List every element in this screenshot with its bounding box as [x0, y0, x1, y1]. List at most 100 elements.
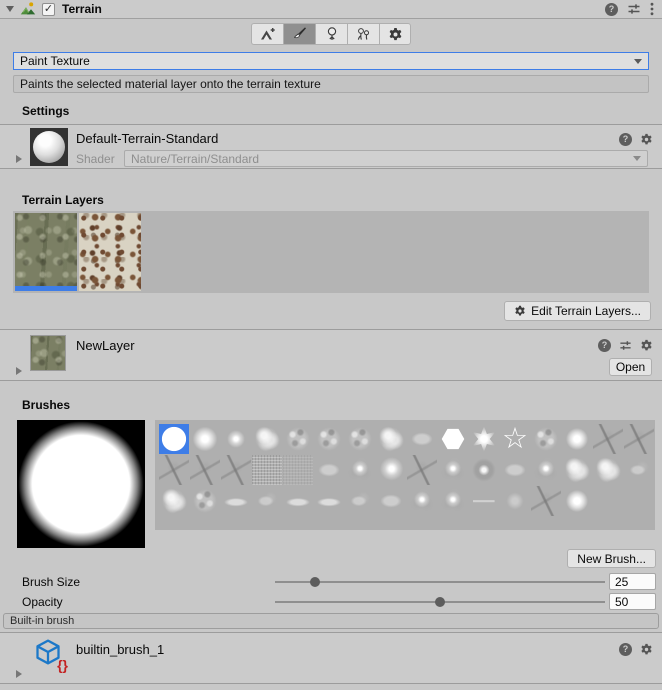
brush-6-noise2[interactable]: [345, 424, 375, 454]
brush-9-hexagon[interactable]: [438, 424, 468, 454]
brush-10-star6[interactable]: [469, 424, 499, 454]
opacity-slider[interactable]: [275, 601, 605, 603]
gear-icon[interactable]: [640, 643, 653, 656]
tool-help-text: Paints the selected material layer onto …: [20, 77, 321, 91]
open-button[interactable]: Open: [609, 358, 652, 376]
brush-grid: [155, 420, 655, 530]
brush-30-blob2[interactable]: [593, 455, 623, 485]
brush-20-noise-faint[interactable]: [283, 455, 313, 485]
brush-18-branch[interactable]: [221, 455, 251, 485]
edit-terrain-layers-label: Edit Terrain Layers...: [531, 304, 641, 318]
brush-27-smudge[interactable]: [500, 455, 530, 485]
chevron-down-icon: [633, 156, 641, 161]
brush-35-wedge2[interactable]: [252, 486, 282, 516]
new-layer-name: NewLayer: [76, 338, 135, 353]
gear-icon[interactable]: [640, 339, 653, 352]
grass-texture-thumbnail: [15, 213, 77, 286]
braces-glyph: {}: [57, 657, 68, 673]
brush-40-splat-star2[interactable]: [407, 486, 437, 516]
help-icon[interactable]: ?: [598, 339, 611, 352]
brush-17-tree[interactable]: [190, 455, 220, 485]
brush-size-value-field[interactable]: 25: [609, 573, 656, 590]
kebab-menu-icon[interactable]: [650, 2, 654, 16]
terrain-layer-tile-gravel[interactable]: [79, 213, 141, 291]
new-brush-button-label: New Brush...: [577, 552, 646, 566]
new-brush-button[interactable]: New Brush...: [567, 549, 656, 568]
material-preview: [30, 128, 68, 166]
brush-39-smudge2[interactable]: [376, 486, 406, 516]
brush-0-solid-circle[interactable]: [159, 424, 189, 454]
gear-icon[interactable]: [640, 133, 653, 146]
brush-15-twig2[interactable]: [624, 424, 654, 454]
brush-2-dot[interactable]: [221, 424, 251, 454]
brush-38-diag[interactable]: [345, 486, 375, 516]
brush-44-scratch[interactable]: [531, 486, 561, 516]
foldout-expanded-icon[interactable]: [6, 6, 14, 12]
brush-7-blobs[interactable]: [376, 424, 406, 454]
brush-43-faint-dot[interactable]: [500, 486, 530, 516]
builtin-brush-name: builtin_brush_1: [76, 642, 164, 657]
tool-paint-details[interactable]: [347, 23, 379, 45]
terrain-layers-palette: [13, 211, 649, 293]
brush-21-leaf[interactable]: [314, 455, 344, 485]
presets-icon[interactable]: [627, 2, 641, 16]
brush-3-cloud[interactable]: [252, 424, 282, 454]
brush-11-star-outline[interactable]: [500, 424, 530, 454]
tool-terrain-settings[interactable]: [379, 23, 411, 45]
terrain-inspector: ✓ Terrain ?: [0, 0, 662, 690]
opacity-value-field[interactable]: 50: [609, 593, 656, 610]
brush-24-sprig[interactable]: [407, 455, 437, 485]
brush-size-row: Brush Size 25: [0, 573, 662, 590]
paint-tool-dropdown[interactable]: Paint Texture: [13, 52, 649, 70]
brush-14-twig[interactable]: [593, 424, 623, 454]
brush-19-noise-square[interactable]: [252, 455, 282, 485]
material-sphere-icon: [33, 131, 65, 163]
tool-paint-trees[interactable]: [315, 23, 347, 45]
tool-paint-terrain[interactable]: [283, 23, 315, 45]
edit-terrain-layers-button[interactable]: Edit Terrain Layers...: [504, 301, 651, 321]
brush-size-label: Brush Size: [22, 575, 80, 589]
brush-42-hline[interactable]: [469, 486, 499, 516]
help-icon[interactable]: ?: [619, 133, 632, 146]
brush-12-fuzz[interactable]: [531, 424, 561, 454]
brush-4-noise[interactable]: [283, 424, 313, 454]
settings-section-label: Settings: [22, 104, 69, 118]
brush-33-fuzz2[interactable]: [190, 486, 220, 516]
brush-34-swoosh[interactable]: [221, 486, 251, 516]
terrain-layer-tile-grass[interactable]: [15, 213, 77, 291]
opacity-row: Opacity 50: [0, 593, 662, 610]
brush-size-slider[interactable]: [275, 581, 605, 583]
brush-36-squiggle[interactable]: [283, 486, 313, 516]
component-enabled-checkbox[interactable]: ✓: [42, 3, 55, 16]
tool-help-box: Paints the selected material layer onto …: [13, 75, 649, 93]
brush-22-splat[interactable]: [345, 455, 375, 485]
brush-1-glow[interactable]: [190, 424, 220, 454]
brush-37-swoosh2[interactable]: [314, 486, 344, 516]
brush-size-slider-thumb[interactable]: [310, 577, 320, 587]
builtin-brush-foldout-icon[interactable]: [16, 670, 22, 678]
tool-create-neighbor-terrains[interactable]: [251, 23, 283, 45]
help-icon[interactable]: ?: [619, 643, 632, 656]
builtin-brush-editor-header: {} builtin_brush_1 ?: [0, 632, 662, 684]
terrain-component-icon: [20, 1, 36, 17]
brush-32-blob3[interactable]: [159, 486, 189, 516]
opacity-slider-thumb[interactable]: [435, 597, 445, 607]
gear-icon: [514, 305, 526, 317]
brush-28-splat-small[interactable]: [531, 455, 561, 485]
brush-16-lightning[interactable]: [159, 455, 189, 485]
help-icon[interactable]: ?: [605, 3, 618, 16]
brush-41-splat-tail[interactable]: [438, 486, 468, 516]
brush-23-blob-bright[interactable]: [376, 455, 406, 485]
brush-13-soft-dot[interactable]: [562, 424, 592, 454]
brush-25-splat-star[interactable]: [438, 455, 468, 485]
shader-dropdown-value: Nature/Terrain/Standard: [131, 152, 259, 166]
new-layer-foldout-icon[interactable]: [16, 367, 22, 375]
brush-5-mottle[interactable]: [314, 424, 344, 454]
presets-icon[interactable]: [619, 339, 632, 352]
brush-31-wedge[interactable]: [624, 455, 654, 485]
brush-26-blob-ring[interactable]: [469, 455, 499, 485]
material-foldout-icon[interactable]: [16, 155, 22, 163]
brush-8-streaks[interactable]: [407, 424, 437, 454]
brush-29-blob[interactable]: [562, 455, 592, 485]
brush-45-soft-dot2[interactable]: [562, 486, 592, 516]
